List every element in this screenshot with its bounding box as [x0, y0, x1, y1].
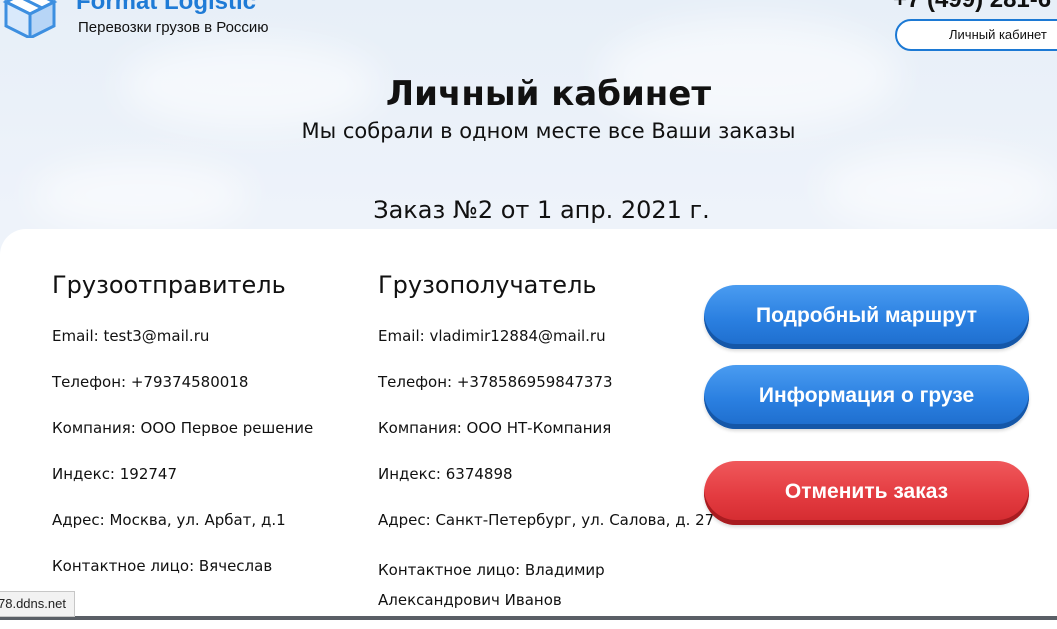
- sender-contact: Контактное лицо: Вячеслав: [52, 557, 273, 575]
- receiver-column: Грузополучатель Email: vladimir12884@mai…: [378, 267, 715, 609]
- cargo-info-button[interactable]: Информация о грузе: [704, 365, 1029, 429]
- receiver-heading: Грузополучатель: [378, 271, 597, 299]
- page-subtitle: Мы собрали в одном месте все Ваши заказы: [301, 119, 796, 143]
- brand-name[interactable]: Format Logistic: [76, 0, 256, 16]
- route-details-button[interactable]: Подробный маршрут: [704, 285, 1029, 349]
- personal-cabinet-button[interactable]: Личный кабинет: [895, 19, 1057, 51]
- receiver-index: Индекс: 6374898: [378, 465, 513, 483]
- sender-column: Грузоотправитель Email: test3@mail.ru Те…: [52, 267, 313, 601]
- order-title: Заказ №2 от 1 апр. 2021 г.: [373, 196, 710, 224]
- sender-company: Компания: ООО Первое решение: [52, 419, 314, 437]
- sender-phone: Телефон: +79374580018: [52, 373, 249, 391]
- receiver-phone: Телефон: +378586959847373: [378, 373, 613, 391]
- sender-index: Индекс: 192747: [52, 465, 178, 483]
- browser-status-url: 78.ddns.net: [0, 591, 75, 617]
- receiver-company: Компания: ООО НТ-Компания: [378, 419, 612, 437]
- window-bottom-edge: [0, 616, 1057, 620]
- brand-tagline: Перевозки грузов в Россию: [78, 19, 269, 36]
- logo-icon[interactable]: [0, 0, 62, 38]
- cancel-order-button[interactable]: Отменить заказ: [704, 461, 1029, 525]
- page-title: Личный кабинет: [385, 74, 712, 114]
- status-url-text: 78.ddns.net: [0, 596, 66, 611]
- receiver-address: Адрес: Санкт-Петербург, ул. Салова, д. 2…: [378, 511, 715, 529]
- sender-email: Email: test3@mail.ru: [52, 327, 210, 345]
- sender-address: Адрес: Москва, ул. Арбат, д.1: [52, 511, 286, 529]
- header-phone[interactable]: +7 (499) 281-6: [893, 0, 1051, 14]
- receiver-email: Email: vladimir12884@mail.ru: [378, 327, 606, 345]
- sender-heading: Грузоотправитель: [52, 271, 286, 299]
- receiver-contact: Контактное лицо: Владимир Александрович …: [378, 561, 605, 609]
